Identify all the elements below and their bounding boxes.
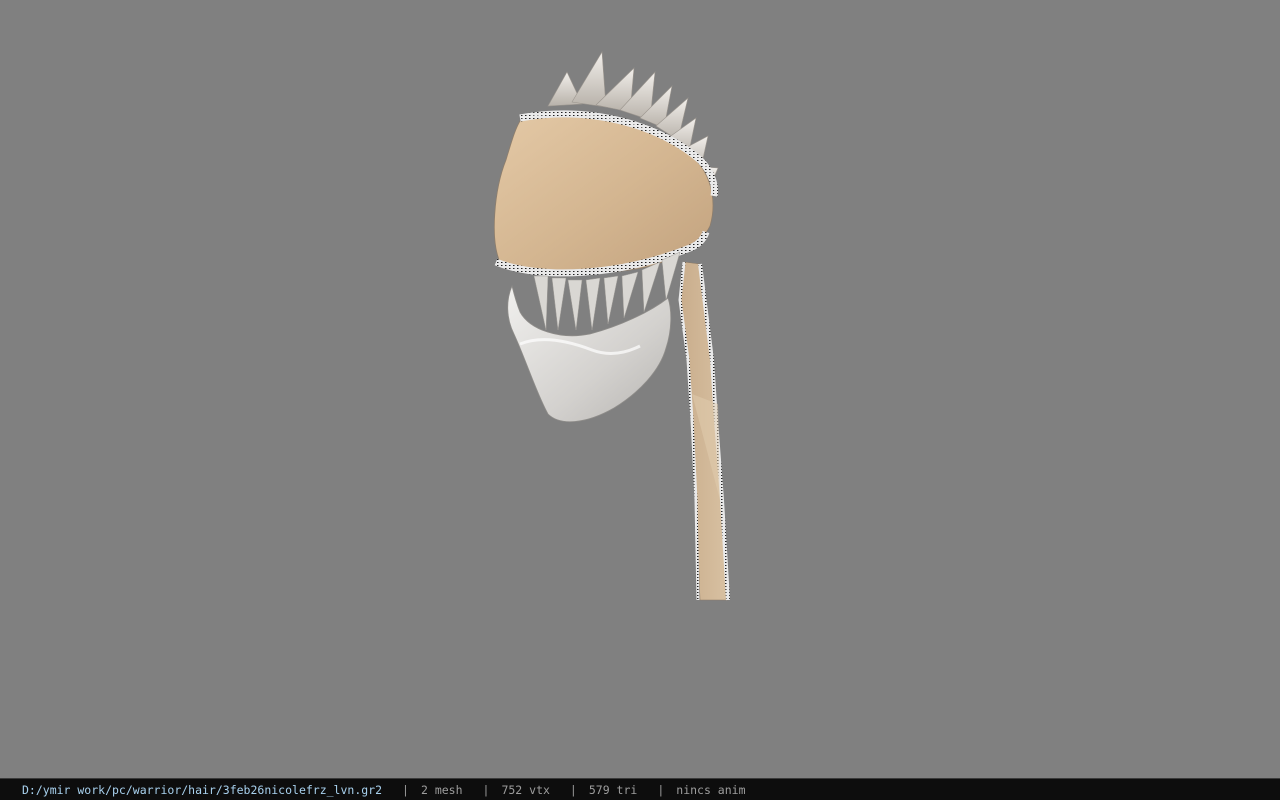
status-separator: |: [657, 782, 665, 797]
3d-viewport[interactable]: [0, 0, 1280, 778]
status-mesh-count: 2 mesh: [420, 782, 463, 797]
status-vertex-count: 752 vtx: [501, 782, 550, 797]
status-triangle-count: 579 tri: [588, 782, 638, 797]
status-separator: |: [402, 782, 409, 797]
status-bar: D:/ymir work/pc/warrior/hair/3feb26nicol…: [0, 778, 1280, 800]
status-separator: |: [569, 782, 577, 797]
status-file-path: D:/ymir work/pc/warrior/hair/3feb26nicol…: [22, 782, 383, 797]
status-anim-info: nincs anim: [676, 782, 746, 797]
status-separator: |: [482, 782, 490, 797]
hair-model-render: [493, 51, 730, 601]
